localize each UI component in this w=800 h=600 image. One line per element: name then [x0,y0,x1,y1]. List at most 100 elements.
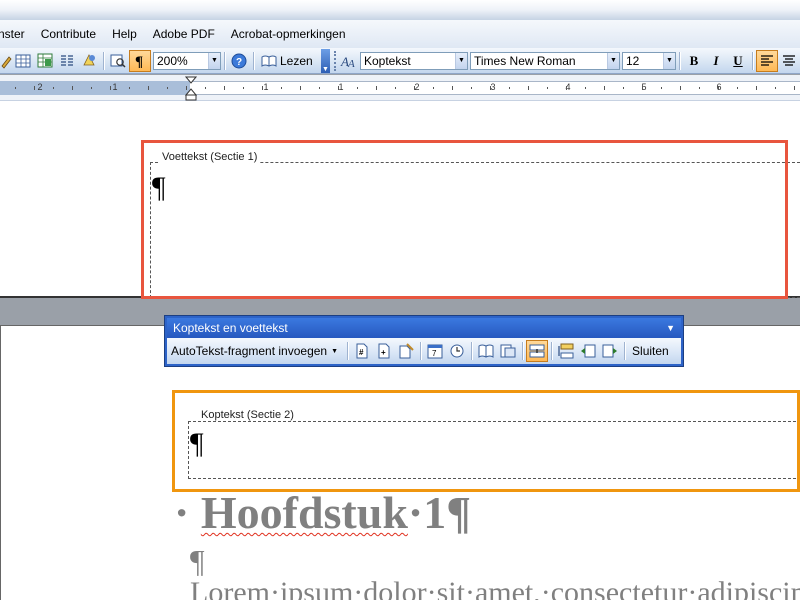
insert-page-count-icon[interactable]: + [373,340,395,362]
ruler-tick [129,87,130,89]
ruler-tick [718,86,719,90]
show-hide-document-text-icon[interactable] [497,340,519,362]
bold-button[interactable]: B [683,50,705,72]
horizontal-ruler[interactable]: 2 1 1 1 2 3 4 5 6 [0,75,800,101]
ruler-tick [528,86,529,90]
svg-text:A: A [347,58,355,69]
ruler-label: 3 [490,82,496,92]
italic-button[interactable]: I [705,50,727,72]
menu-venster[interactable]: nster [0,27,33,41]
drawing-icon[interactable] [78,50,100,72]
show-previous-icon[interactable] [577,340,599,362]
document-map-icon[interactable] [107,50,129,72]
ruler-tick [414,86,415,90]
ruler-tick [471,87,472,89]
insert-table-icon[interactable] [12,50,34,72]
toolbar-options-chevron-icon[interactable]: ▼ [320,48,331,73]
insert-page-number-icon[interactable]: # [351,340,373,362]
title-bar-strip [0,0,800,20]
menu-adobe-pdf[interactable]: Adobe PDF [145,27,223,41]
svg-text:¶: ¶ [135,54,143,68]
align-center-icon[interactable] [778,50,800,72]
menu-help[interactable]: Help [104,27,145,41]
book-icon [261,55,277,67]
toolbar-separator [551,342,553,360]
toolbar-separator [624,342,626,360]
toolbar-separator [347,342,349,360]
insert-date-icon[interactable]: 7 [424,340,446,362]
footer-area-section-1[interactable] [150,162,800,298]
document-page-section-1[interactable]: Voettekst (Sectie 1) ¶ [0,101,800,298]
ruler-tick [53,87,54,89]
switch-header-footer-icon[interactable] [555,340,577,362]
ruler-tick [34,86,35,90]
header-paragraph-mark[interactable]: ¶ [190,429,204,459]
show-formatting-marks-icon[interactable]: ¶ [129,49,151,72]
ruler-label: 6 [713,82,725,92]
ruler-tick [15,87,16,89]
ruler-tick [338,86,339,90]
toolbar-separator [522,342,524,360]
help-icon[interactable]: ? [228,50,250,72]
underline-button[interactable]: U [727,50,749,72]
page-setup-icon[interactable] [475,340,497,362]
footer-label: Voettekst (Sectie 1) [160,151,260,163]
toolbar-options-chevron-icon[interactable]: ▼ [666,323,675,333]
menu-acrobat-opmerkingen[interactable]: Acrobat-opmerkingen [223,27,354,41]
link-to-previous-icon[interactable] [526,340,549,362]
ruler-label: 5 [641,82,647,92]
svg-text:#: # [359,348,364,357]
font-select[interactable]: Times New Roman ▼ [469,51,620,70]
columns-icon[interactable] [56,50,78,72]
header-footer-toolbar[interactable]: Koptekst en voettekst ▼ AutoTekst-fragme… [164,315,684,367]
heading-bullet: · [174,487,190,538]
svg-text:+: + [381,348,386,357]
ruler-tick [262,86,263,90]
ruler-tick [623,87,624,89]
header-footer-toolbar-title: Koptekst en voettekst [173,321,288,335]
toolbar-separator [103,51,104,70]
ruler-tick [585,87,586,89]
zoom-select[interactable]: 200% ▼ [153,51,221,70]
toolbar-separator [420,342,422,360]
menu-bar: nster Contribute Help Adobe PDF Acrobat-… [0,20,800,48]
body-paragraph[interactable]: Lorem·ipsum·dolor·sit·amet,·consectetur·… [190,576,800,600]
menu-contribute[interactable]: Contribute [33,27,104,41]
draw-table-icon[interactable] [0,50,12,72]
ruler-tick [509,87,510,89]
insert-time-icon[interactable] [446,340,468,362]
ruler-tick [794,86,795,90]
ruler-tick [661,87,662,89]
empty-paragraph-mark[interactable]: ¶ [190,545,205,577]
align-left-icon[interactable] [755,49,778,72]
ruler-tick [319,87,320,89]
font-value: Times New Roman [473,53,576,68]
show-next-icon[interactable] [599,340,621,362]
format-page-number-icon[interactable] [395,340,417,362]
ruler-tick [680,86,681,90]
styles-formatting-icon[interactable]: AA [338,50,360,72]
read-button[interactable]: Lezen [257,50,317,72]
svg-text:?: ? [236,57,242,68]
insert-autotext-button[interactable]: AutoTekst-fragment invoegen ▼ [171,344,344,358]
header-footer-toolbar-titlebar[interactable]: Koptekst en voettekst ▼ [167,318,681,338]
heading-number: ·1¶ [407,487,472,538]
ruler-left-margin [0,81,190,95]
indent-marker-icon[interactable] [184,76,198,104]
ruler-tick [300,86,301,90]
ruler-tick [91,87,92,89]
ruler-tick [281,87,282,89]
close-header-footer-button[interactable]: Sluiten [628,344,673,358]
font-size-select[interactable]: 12 ▼ [621,51,676,70]
style-select[interactable]: Koptekst ▼ [359,51,468,70]
header-area-section-2[interactable] [188,421,800,479]
footer-paragraph-mark[interactable]: ¶ [152,173,166,203]
ruler-tick [756,86,757,90]
header-footer-toolbar-body: AutoTekst-fragment invoegen ▼ # + 7 Slui… [167,338,681,364]
ruler-tick [395,87,396,89]
toolbar-separator [253,51,254,70]
chapter-heading[interactable]: · Hoofdstuk·1¶ [174,487,471,539]
ruler-tick [224,86,225,90]
standard-formatting-toolbar: ¶ 200% ▼ ? Lezen ▼ AA Koptekst ▼ Times N… [0,48,800,74]
insert-excel-icon[interactable] [34,50,56,72]
